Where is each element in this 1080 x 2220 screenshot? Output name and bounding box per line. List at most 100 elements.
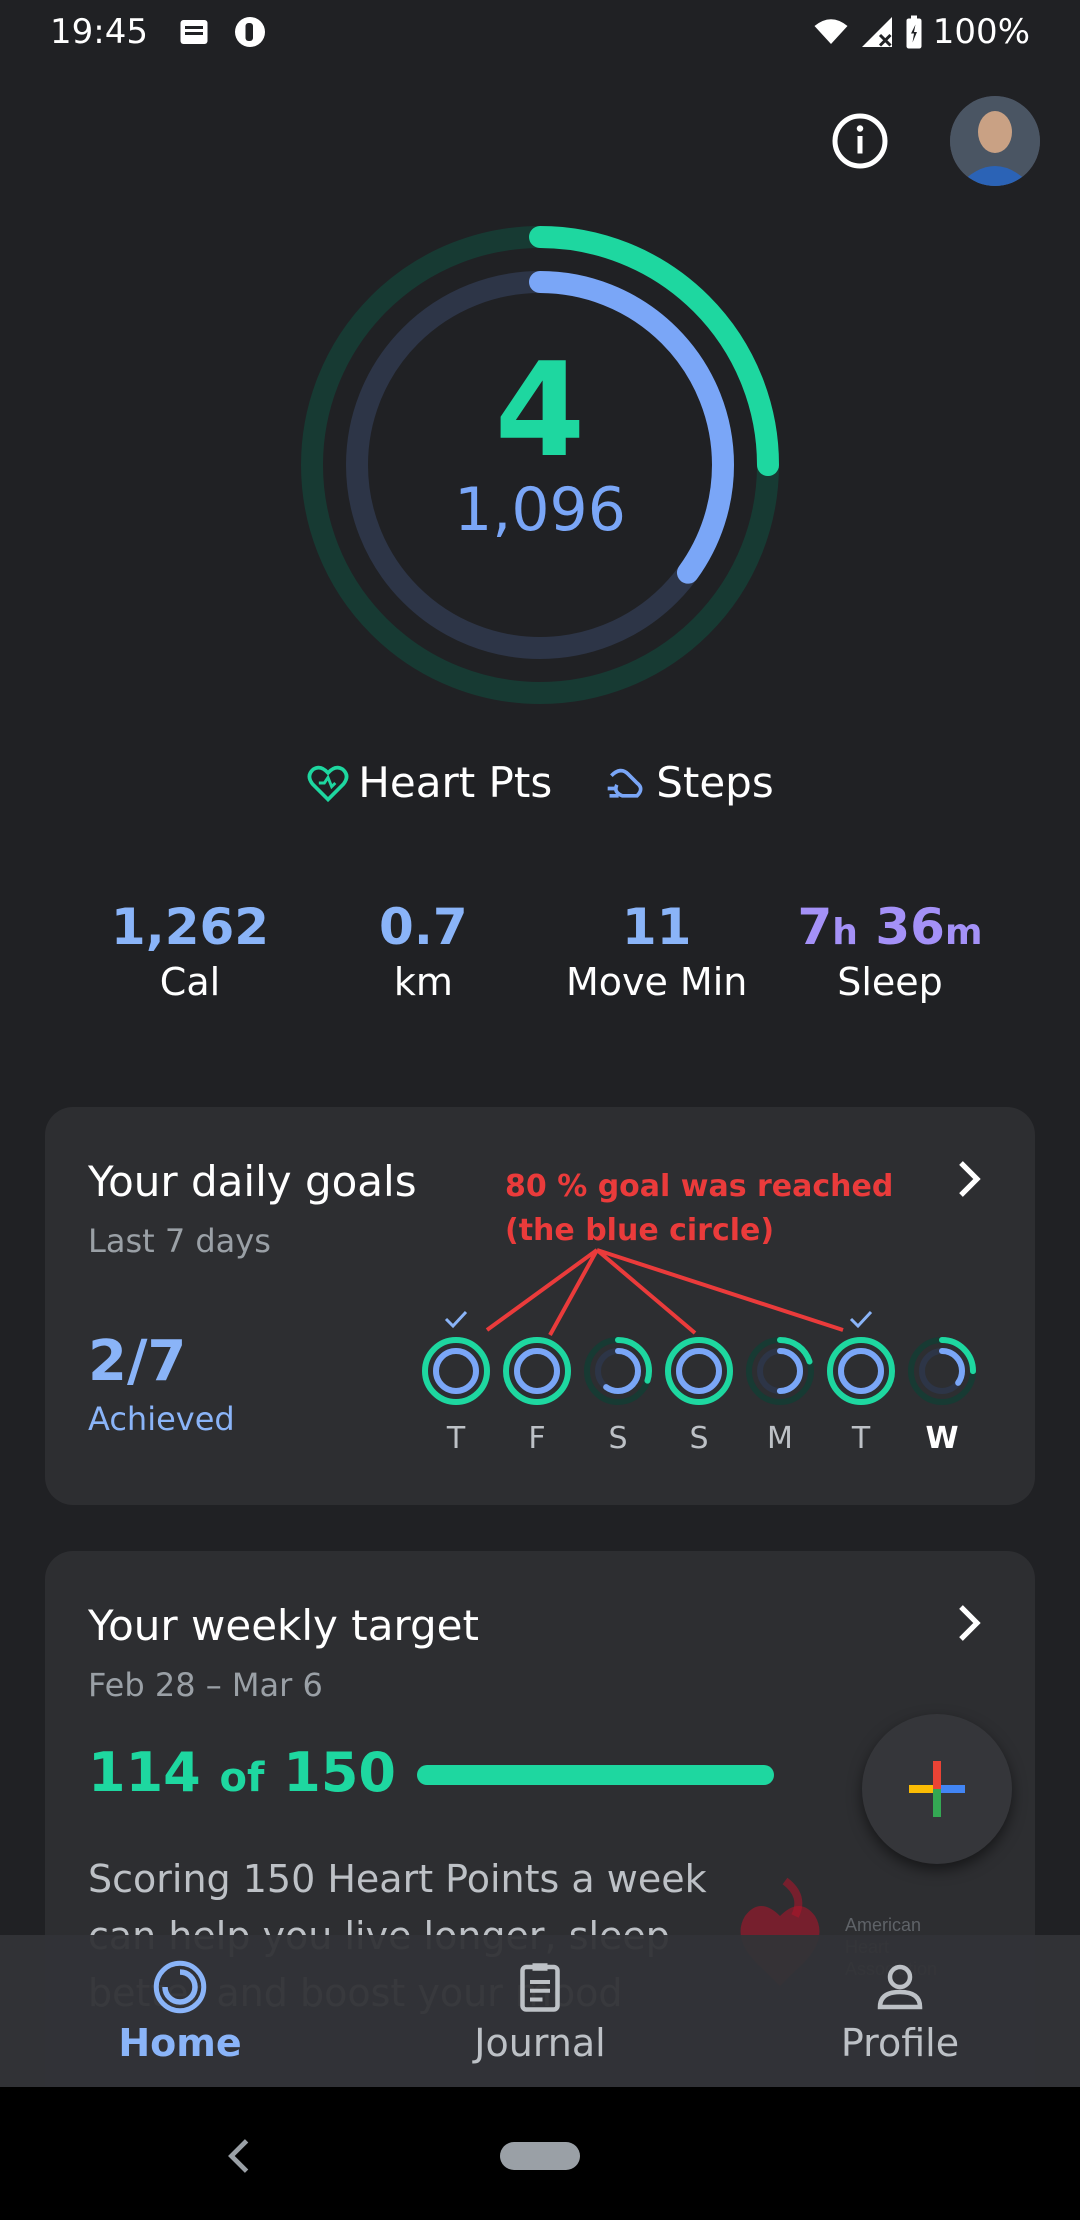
km-value: 0.7 (379, 898, 468, 956)
day-steps-progress (514, 1348, 560, 1394)
legend-heart-label: Heart Pts (358, 758, 553, 807)
check-slot (906, 1307, 978, 1335)
legend-heart-pts: Heart Pts (306, 758, 552, 807)
weekly-goal: 150 (283, 1741, 396, 1804)
daily-goals-subtitle: Last 7 days (88, 1222, 271, 1260)
chevron-right-icon[interactable] (955, 1159, 983, 1199)
day-steps-progress (433, 1348, 479, 1394)
battery-percent: 100% (932, 12, 1030, 52)
home-pill[interactable] (500, 2142, 580, 2170)
achieved-summary: 2/7 Achieved (88, 1329, 235, 1438)
legend-steps-label: Steps (656, 758, 774, 807)
home-ring-icon (153, 1960, 207, 2014)
day-item[interactable]: S (663, 1307, 735, 1456)
sleep-hours: 7 (797, 898, 833, 956)
nav-profile[interactable]: Profile (720, 1935, 1080, 2087)
status-time: 19:45 (50, 12, 148, 52)
achieved-label: Achieved (88, 1400, 235, 1438)
day-label: T (446, 1421, 466, 1456)
day-ring (503, 1337, 571, 1405)
sleep-minutes: 36 (875, 898, 945, 956)
steps-value: 1,096 (454, 475, 626, 545)
day-ring (827, 1337, 895, 1405)
move-min-label: Move Min (565, 960, 748, 1004)
day-label: S (608, 1421, 628, 1456)
day-item[interactable]: T (420, 1307, 492, 1456)
day-item[interactable]: S (582, 1307, 654, 1456)
info-icon[interactable] (830, 111, 890, 171)
check-icon (849, 1310, 873, 1329)
back-icon[interactable] (224, 2137, 254, 2175)
activity-rings[interactable]: 4 1,096 (300, 225, 780, 705)
day-ring (665, 1337, 733, 1405)
weekly-target-dates: Feb 28 – Mar 6 (88, 1666, 323, 1704)
status-notification-icons (176, 14, 268, 50)
add-activity-fab[interactable] (862, 1714, 1012, 1864)
day-label: M (767, 1421, 793, 1456)
check-icon (444, 1310, 468, 1329)
nav-home-label: Home (118, 2021, 242, 2065)
day-ring (584, 1337, 652, 1405)
sleep-label: Sleep (837, 960, 943, 1004)
weekly-progress-bar (417, 1765, 775, 1785)
annotation-line2: (the blue circle) (505, 1213, 775, 1248)
check-slot (663, 1307, 735, 1335)
journal-icon (520, 1963, 560, 2012)
avatar[interactable] (950, 96, 1040, 186)
day-item[interactable]: M (744, 1307, 816, 1456)
km-label: km (393, 960, 453, 1004)
day-ring (908, 1337, 976, 1405)
sleep-m-unit: m (944, 912, 983, 953)
days-row: TFSSMTW (420, 1307, 978, 1456)
nav-profile-label: Profile (840, 2021, 960, 2065)
check-slot (501, 1307, 573, 1335)
stat-move-min: 11 Move Min (547, 898, 767, 1004)
avatar-image (950, 96, 1040, 186)
day-item[interactable]: T (825, 1307, 897, 1456)
sleep-value: 7h 36m (780, 898, 1000, 956)
check-slot (825, 1307, 897, 1335)
news-icon (180, 20, 208, 44)
day-item[interactable]: F (501, 1307, 573, 1456)
annotation-text: 80 % goal was reached (the blue circle) (505, 1165, 893, 1253)
wifi-icon (814, 19, 848, 44)
heart-points-value: 4 (494, 334, 586, 486)
sleep-h-unit: h (832, 912, 858, 953)
check-slot (420, 1307, 492, 1335)
day-ring (422, 1337, 490, 1405)
stat-cal: 1,262 Cal (80, 898, 300, 1004)
weekly-progress-text: 114 of 150 (88, 1741, 396, 1804)
ring-legend: Heart Pts Steps (0, 758, 1080, 807)
chevron-right-icon[interactable] (955, 1603, 983, 1643)
app-notification-icon (235, 17, 265, 47)
steps-icon (607, 768, 643, 798)
stat-km: 0.7 km (313, 898, 533, 1004)
day-label: S (689, 1421, 709, 1456)
achieved-count: 2/7 (88, 1329, 187, 1394)
weekly-target-title: Your weekly target (88, 1601, 479, 1650)
legend-steps: Steps (604, 758, 774, 807)
day-label: T (851, 1421, 871, 1456)
weekly-of: of (219, 1755, 265, 1801)
battery-icon (906, 15, 922, 49)
weekly-current: 114 (88, 1741, 201, 1804)
stat-sleep: 7h 36m Sleep (780, 898, 1000, 1004)
stats-row: 1,262 Cal 0.7 km 11 Move Min 7h 36m Slee… (80, 898, 1000, 1004)
ring-center: 4 1,096 (300, 345, 780, 545)
day-label: F (528, 1421, 546, 1456)
nav-home[interactable]: Home (0, 1935, 360, 2087)
bottom-nav: Home Journal Profile (0, 1935, 1080, 2087)
day-item[interactable]: W (906, 1307, 978, 1456)
day-ring (746, 1337, 814, 1405)
plus-icon (909, 1761, 965, 1817)
system-nav-bar (0, 2087, 1080, 2220)
day-steps-progress (676, 1348, 722, 1394)
check-slot (582, 1307, 654, 1335)
day-steps-progress (838, 1348, 884, 1394)
annotation-line1: 80 % goal was reached (505, 1169, 894, 1204)
nav-journal[interactable]: Journal (360, 1935, 720, 2087)
heart-pts-icon (307, 765, 349, 802)
day-label: W (925, 1421, 959, 1456)
cal-value: 1,262 (110, 898, 270, 956)
nav-journal-label: Journal (474, 2021, 606, 2065)
